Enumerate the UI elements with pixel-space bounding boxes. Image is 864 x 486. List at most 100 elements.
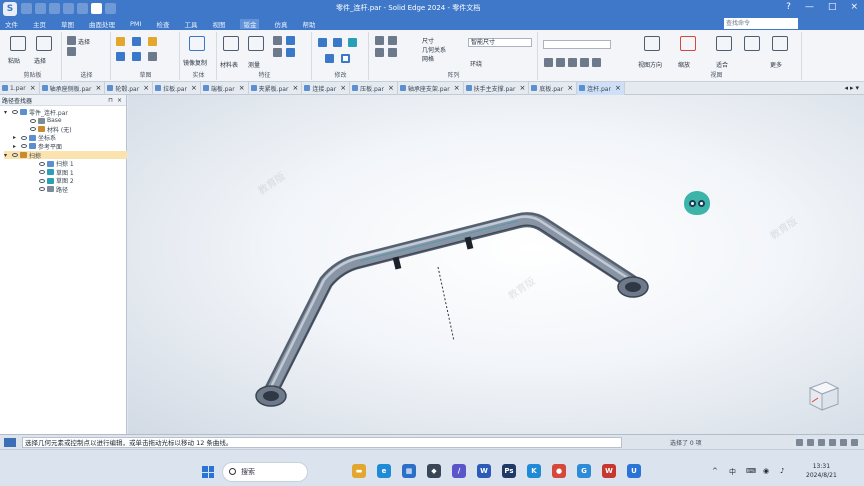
close-tab-icon[interactable]: × — [519, 84, 525, 92]
view-small-b-icon[interactable] — [556, 58, 565, 67]
document-tab[interactable]: 夹紧板.par × — [249, 81, 303, 95]
pattern-fill-icon[interactable] — [375, 48, 384, 57]
visibility-eye-icon[interactable] — [21, 135, 27, 140]
analytics-icon[interactable]: ∕ — [452, 464, 466, 478]
paste-icon[interactable] — [10, 36, 26, 51]
extrude-icon[interactable] — [116, 37, 125, 46]
modify-c-icon[interactable] — [348, 38, 357, 47]
tree-node[interactable]: 扫掠 1 — [31, 160, 74, 168]
shield-icon[interactable]: U — [627, 464, 641, 478]
ribbon-tab-2[interactable]: 草图 — [61, 19, 74, 29]
network-icon[interactable]: ◉ — [763, 467, 769, 475]
fit-icon[interactable] — [716, 36, 732, 51]
document-tab[interactable]: 端板.par × — [201, 81, 249, 95]
close-tab-icon[interactable]: × — [567, 84, 573, 92]
expand-toggle-icon[interactable]: ▾ — [4, 152, 10, 159]
visibility-eye-icon[interactable] — [30, 127, 36, 132]
kugou-icon[interactable]: K — [527, 464, 541, 478]
document-tab[interactable]: 底板.par × — [529, 81, 578, 95]
ribbon-tab-3[interactable]: 曲面处理 — [89, 19, 115, 29]
solid-edge-logo-icon[interactable]: S — [3, 1, 17, 16]
thin-wall-icon[interactable] — [148, 52, 157, 61]
material-icon[interactable] — [223, 36, 239, 51]
mirror-icon[interactable] — [189, 36, 205, 51]
modify-a-icon[interactable] — [318, 38, 327, 47]
smart-dimension-dropdown[interactable]: 智能尺寸 — [468, 38, 532, 47]
document-tab[interactable]: 轴承座支架.par × — [398, 81, 464, 95]
tree-node[interactable]: Base — [22, 117, 62, 125]
tree-node[interactable]: 草图 1 — [31, 168, 74, 177]
minimize-button[interactable]: — — [805, 2, 814, 12]
tree-node[interactable]: ▾ 扫掠 — [4, 151, 127, 160]
measure-icon[interactable] — [248, 36, 264, 51]
ribbon-tab-5[interactable]: 检查 — [156, 19, 169, 29]
close-tab-icon[interactable]: × — [388, 84, 394, 92]
edge-icon[interactable]: e — [377, 464, 391, 478]
sketch-icon[interactable] — [286, 48, 295, 57]
view-style-icon[interactable] — [851, 438, 858, 446]
ribbon-tab-6[interactable]: 工具 — [184, 19, 197, 29]
round-icon[interactable] — [132, 52, 141, 61]
close-tab-icon[interactable]: × — [615, 84, 621, 92]
dimension-icon[interactable] — [273, 36, 282, 45]
close-button[interactable]: × — [850, 2, 858, 12]
keyboard-icon[interactable]: ⌨ — [746, 467, 756, 475]
expand-toggle-icon[interactable]: ▸ — [13, 143, 19, 150]
document-tab[interactable]: 轮毂.par × — [105, 81, 154, 95]
ribbon-tab-0[interactable]: 文件 — [5, 19, 18, 29]
close-tab-icon[interactable]: × — [143, 84, 149, 92]
tree-node[interactable]: ▸ 坐标系 — [13, 134, 56, 142]
windows-start-icon[interactable] — [202, 466, 214, 478]
close-tab-icon[interactable]: × — [191, 84, 197, 92]
document-tab[interactable]: 压板.par × — [350, 81, 398, 95]
customize-qa-icon[interactable] — [105, 3, 116, 14]
wps-icon[interactable]: W — [602, 464, 616, 478]
zoom-out-icon[interactable] — [807, 438, 814, 446]
ribbon-tab-10[interactable]: 帮助 — [302, 19, 315, 29]
taskbar-search-box[interactable]: 搜索 — [222, 462, 308, 482]
relations-icon[interactable] — [286, 36, 295, 45]
visibility-eye-icon[interactable] — [12, 153, 18, 157]
close-tab-icon[interactable]: × — [30, 84, 36, 92]
solid-edge-icon[interactable]: ◆ — [427, 464, 441, 478]
expand-toggle-icon[interactable]: ▸ — [13, 134, 19, 141]
tab-navigation-icon[interactable]: ◂▸▾ — [844, 84, 864, 92]
view-cube[interactable] — [804, 378, 842, 412]
gaming-icon[interactable]: G — [577, 464, 591, 478]
ribbon-tab-1[interactable]: 主页 — [33, 19, 46, 29]
revolve-icon[interactable] — [132, 37, 141, 46]
tree-node[interactable]: ▸ 参考平面 — [13, 142, 62, 151]
chrome-icon[interactable]: ● — [552, 464, 566, 478]
tree-node[interactable]: 草图 2 — [31, 177, 74, 185]
document-tab[interactable]: 连杆.par × — [577, 81, 625, 95]
maximize-button[interactable]: □ — [828, 2, 837, 12]
document-tab[interactable]: 1.par × — [0, 81, 40, 95]
sweep-icon[interactable] — [148, 37, 157, 46]
view-small-e-icon[interactable] — [592, 58, 601, 67]
tray-overflow-icon[interactable]: ^ — [712, 467, 718, 475]
visibility-eye-icon[interactable] — [39, 170, 45, 175]
document-tab[interactable]: 扶手主支撑.par × — [464, 81, 530, 95]
document-tab[interactable]: 连接.par × — [302, 81, 351, 95]
visibility-eye-icon[interactable] — [12, 110, 18, 114]
ribbon-tab-8[interactable]: 钣金 — [240, 18, 260, 29]
tree-node[interactable]: 材料 (无) — [22, 125, 72, 134]
view-small-c-icon[interactable] — [568, 58, 577, 67]
rotate-icon[interactable] — [840, 438, 847, 446]
word-icon[interactable]: W — [477, 464, 491, 478]
selection-manager-icon[interactable] — [67, 47, 76, 56]
tree-node[interactable]: 路径 — [31, 185, 68, 194]
more-icon[interactable] — [772, 36, 788, 51]
save-icon[interactable] — [21, 3, 32, 14]
fit-view-icon[interactable] — [818, 438, 825, 446]
document-tab[interactable]: 拉板.par × — [153, 81, 201, 95]
snap-icon[interactable] — [77, 3, 88, 14]
ribbon-tab-4[interactable]: PMI — [130, 20, 141, 28]
close-panel-icon[interactable]: × — [117, 97, 122, 104]
pattern-icon[interactable] — [375, 36, 384, 45]
close-tab-icon[interactable]: × — [292, 84, 298, 92]
pin-icon[interactable]: ⊓ — [108, 97, 113, 104]
pattern-curve-icon[interactable] — [388, 48, 397, 57]
graphics-viewport[interactable]: 教育版 教育版 教育版 — [128, 95, 864, 434]
zoom-in-icon[interactable] — [796, 438, 803, 446]
